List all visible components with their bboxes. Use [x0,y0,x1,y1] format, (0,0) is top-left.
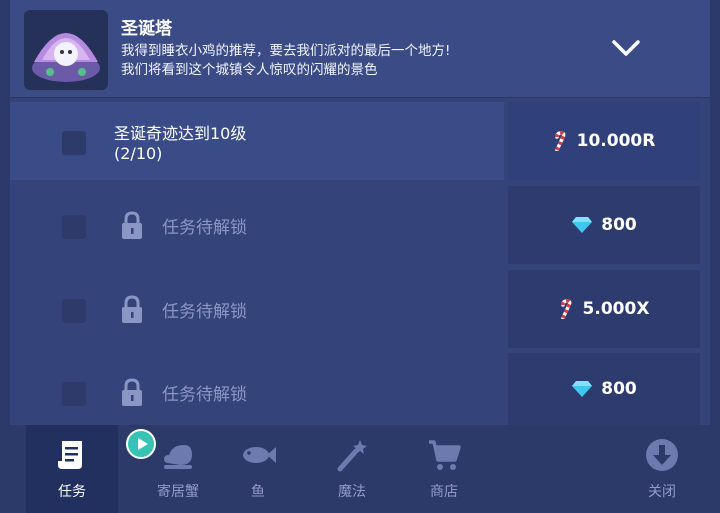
nav-label: 鱼 [251,484,265,500]
play-icon[interactable] [126,429,156,459]
task-checkbox [62,131,86,155]
nav-tab-tasks[interactable]: 任务 [26,425,118,513]
task-row[interactable]: 圣诞奇迹达到10级 (2/10) 10.000R [10,102,710,180]
pearl-shell-thumbnail [24,10,108,90]
locked-text: 任务待解锁 [162,302,247,322]
task-checkbox [62,215,86,239]
task-reward[interactable]: 10.000R [508,102,700,180]
hermit-crab-icon [164,445,192,469]
nav-label: 寄居蟹 [157,484,199,500]
candy-cane-icon [560,299,571,319]
quest-description-line1: 我得到睡衣小鸡的推荐，要去我们派对的最后一个地方! [121,43,451,59]
task-title: 圣诞奇迹达到10级 (2/10) [114,124,246,164]
quest-title: 圣诞塔 [121,19,172,39]
diamond-icon [572,217,593,233]
task-info: 任务待解锁 [10,353,504,425]
reward-value: 5.000X [582,299,650,319]
task-info: 圣诞奇迹达到10级 (2/10) [10,102,504,180]
nav-label: 任务 [58,484,86,500]
task-row[interactable]: 任务待解锁 800 [10,186,710,264]
task-info: 任务待解锁 [10,270,504,348]
download-circle-icon [646,439,678,471]
task-checkbox [62,299,86,323]
nav-tab-magic[interactable]: 魔法 [316,425,388,513]
lock-icon [122,295,142,323]
reward-value: 800 [601,215,637,235]
quest-description: 我得到睡衣小鸡的推荐，要去我们派对的最后一个地方! 我们将看到这个城镇令人惊叹的… [121,42,450,80]
quest-header[interactable]: 圣诞塔 我得到睡衣小鸡的推荐，要去我们派对的最后一个地方! 我们将看到这个城镇令… [10,0,710,98]
task-reward[interactable]: 5.000X [508,270,700,348]
locked-text: 任务待解锁 [162,385,247,405]
task-row[interactable]: 任务待解锁 800 [10,353,710,425]
nav-label: 魔法 [338,484,366,500]
nav-label: 关闭 [648,484,676,500]
nav-tab-fish[interactable]: 鱼 [222,425,294,513]
task-info: 任务待解锁 [10,186,504,264]
task-title-text: 圣诞奇迹达到10级 [114,124,247,143]
diamond-icon [572,381,593,397]
locked-text: 任务待解锁 [162,218,247,238]
task-progress: (2/10) [114,144,163,163]
cart-icon [429,440,461,470]
nav-tab-shop[interactable]: 商店 [408,425,480,513]
magic-wand-icon [337,440,367,472]
quest-description-line2: 我们将看到这个城镇令人惊叹的闪耀的景色 [121,62,378,78]
task-checkbox [62,382,86,406]
lock-icon [122,378,142,406]
bottom-nav: 任务 寄居蟹 鱼 魔法 商店 关闭 [0,425,720,513]
close-button[interactable]: 关闭 [626,425,698,513]
fish-icon [243,447,276,463]
nav-label: 商店 [430,484,458,500]
reward-value: 800 [601,379,637,399]
task-row[interactable]: 任务待解锁 5.000X [10,270,710,348]
reward-value: 10.000R [576,131,656,151]
task-reward[interactable]: 800 [508,353,700,425]
lock-icon [122,211,142,239]
scroll-icon [58,441,82,469]
task-reward[interactable]: 800 [508,186,700,264]
chevron-down-icon[interactable] [608,36,644,62]
candy-cane-icon [554,131,566,151]
